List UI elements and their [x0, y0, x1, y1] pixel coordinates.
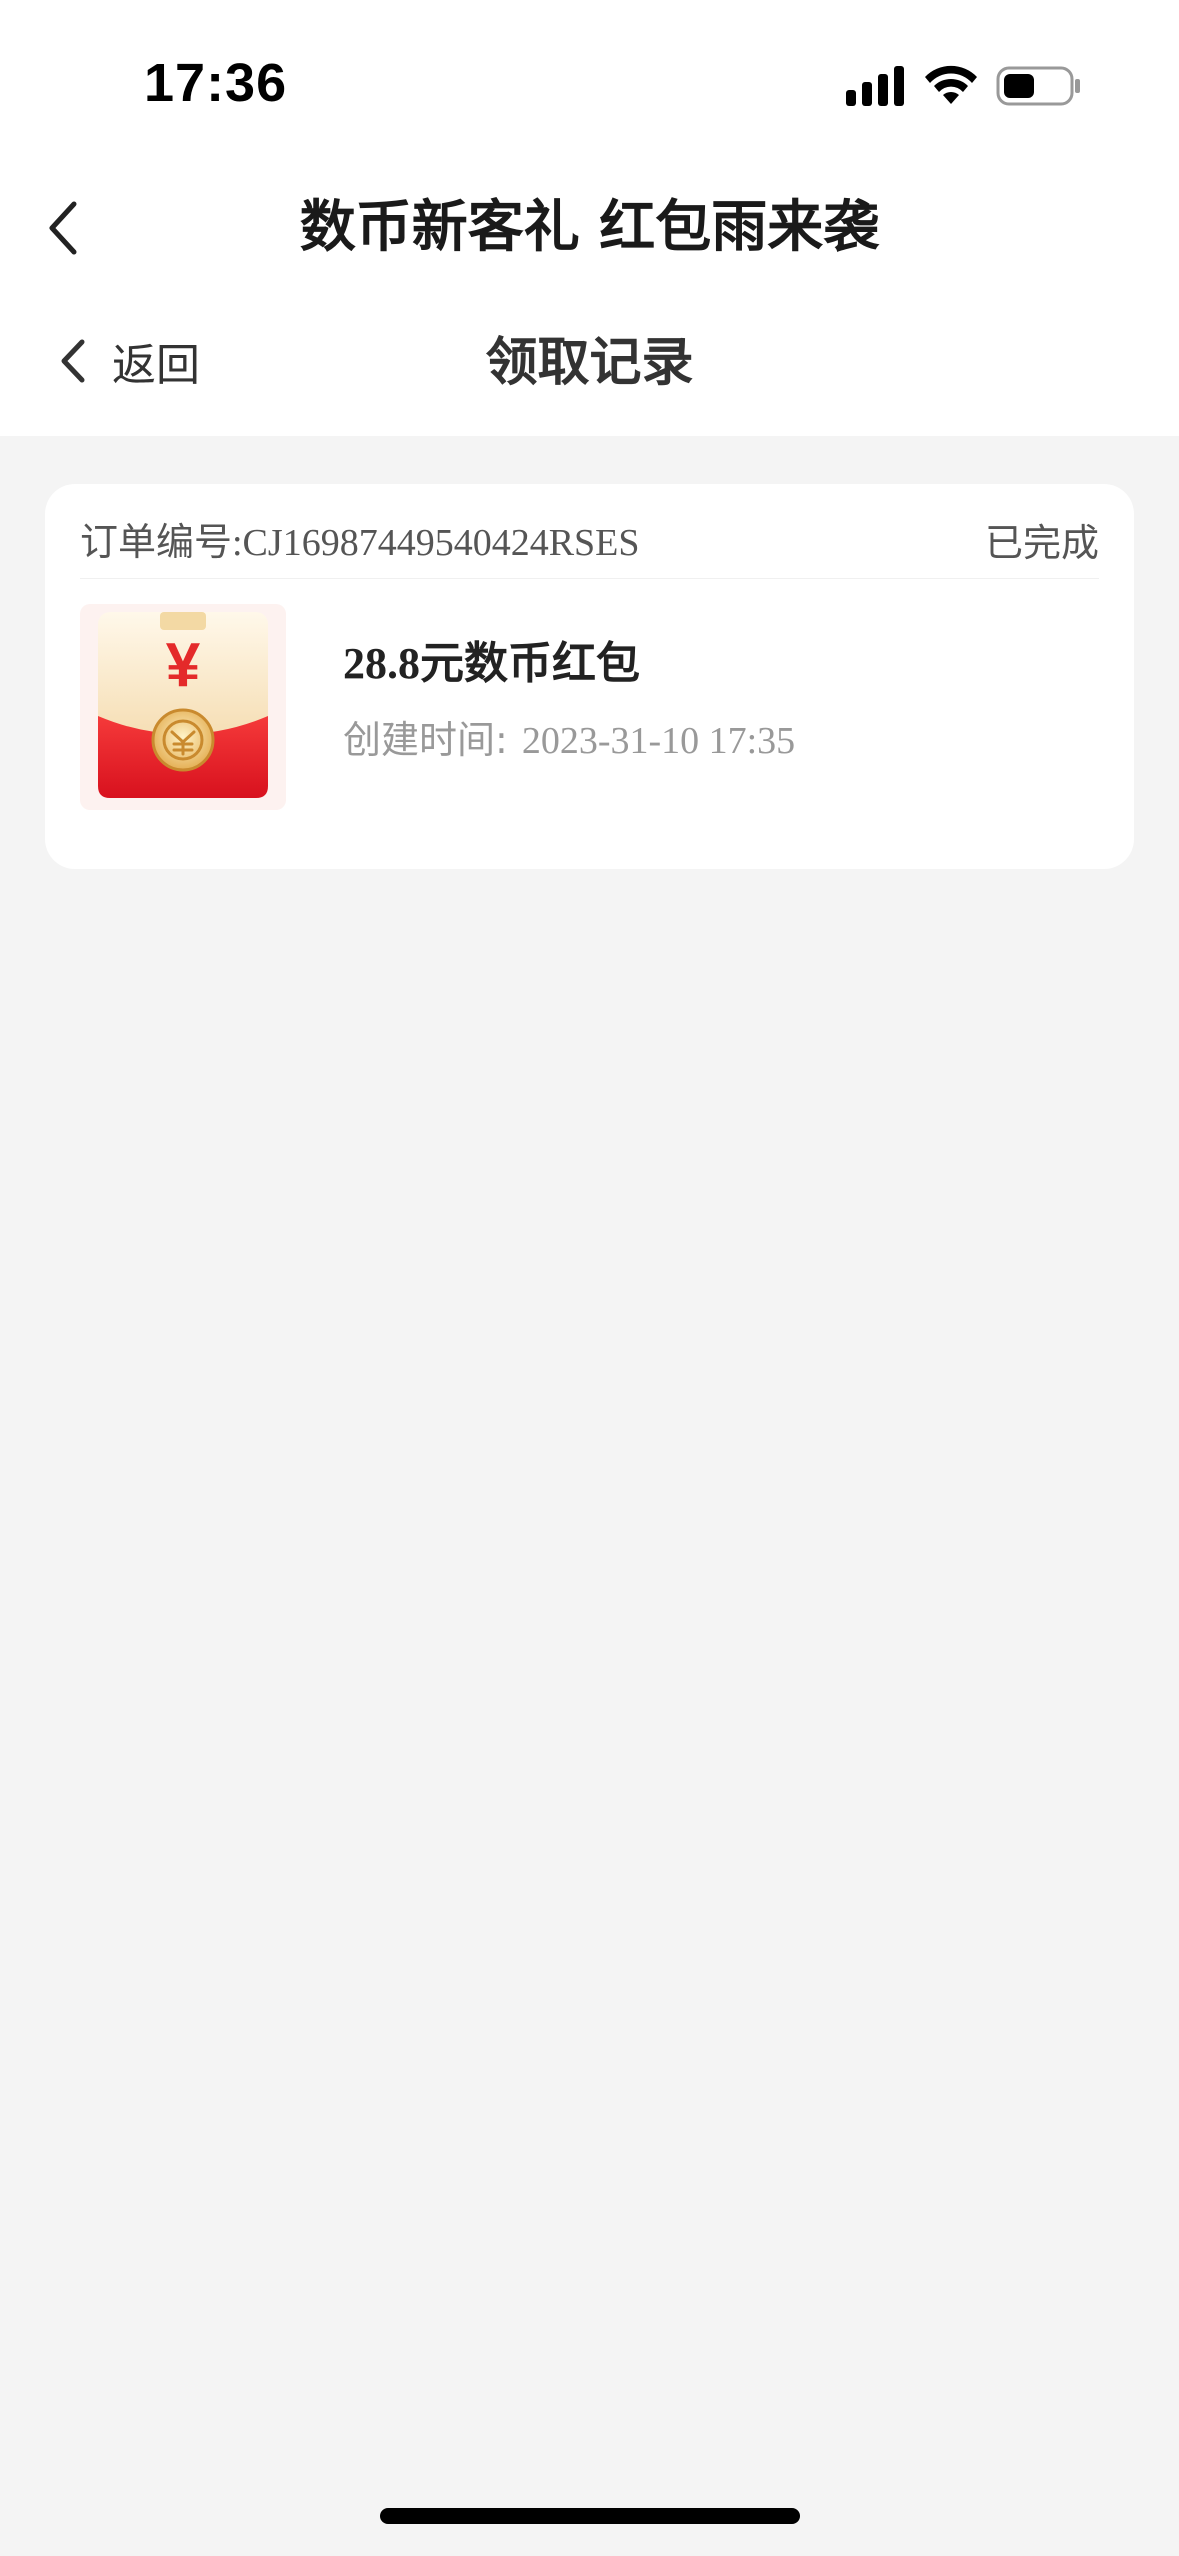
red-envelope-icon: ¥: [80, 604, 286, 810]
created-time-value: 2023-31-10 17:35: [521, 720, 796, 762]
page-title: 数币新客礼 红包雨来袭: [299, 195, 880, 260]
order-number: 订单编号:CJ16987449540424RSES: [80, 522, 640, 564]
svg-text:¥: ¥: [166, 631, 201, 700]
status-time: 17:36: [144, 53, 288, 113]
section-title: 领取记录: [485, 333, 694, 393]
gift-name: 28.8元数币红包: [343, 639, 640, 688]
status-bar: 17:36: [0, 0, 1179, 160]
created-time-row: 创建时间: 2023-31-10 17:35: [343, 712, 795, 769]
nav-bar: 数币新客礼 红包雨来袭: [0, 160, 1179, 296]
cellular-signal-icon: [846, 66, 904, 106]
wifi-icon: [925, 65, 977, 104]
sub-header: 返回 领取记录: [0, 296, 1179, 436]
battery-icon: [996, 66, 1080, 106]
created-time-label: 创建时间:: [343, 718, 508, 762]
status-badge: 已完成: [984, 521, 1099, 565]
record-card[interactable]: 订单编号:CJ16987449540424RSES 已完成 ¥ 28.8元数币红…: [45, 484, 1134, 869]
order-row: 订单编号:CJ16987449540424RSES 已完成: [80, 518, 1099, 579]
home-indicator[interactable]: [380, 2508, 800, 2524]
